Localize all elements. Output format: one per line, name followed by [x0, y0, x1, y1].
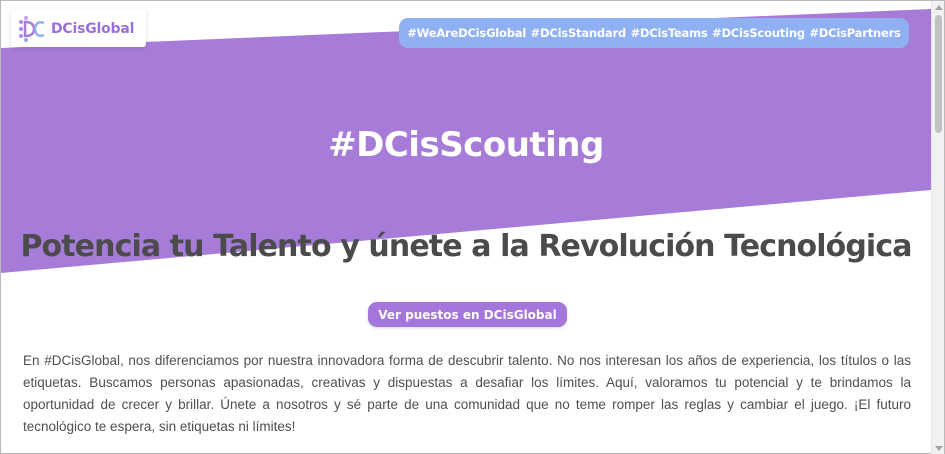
- nav-item-teams[interactable]: #DCisTeams: [630, 26, 707, 40]
- page-headline: Potencia tu Talento y únete a la Revoluc…: [20, 229, 912, 264]
- intro-paragraph: En #DCisGlobal, nos diferenciamos por nu…: [23, 353, 911, 434]
- nav-item-weare[interactable]: #WeAreDCisGlobal: [407, 26, 526, 40]
- hero-title: #DCisScouting: [328, 125, 604, 165]
- dc-monogram-icon: [19, 15, 45, 42]
- nav-item-standard[interactable]: #DCisStandard: [531, 26, 627, 40]
- nav-item-scouting[interactable]: #DCisScouting: [712, 26, 805, 40]
- vertical-scrollbar[interactable]: [931, 1, 944, 454]
- brand-name: DCisGlobal: [51, 20, 135, 37]
- main-nav: #WeAreDCisGlobal #DCisStandard #DCisTeam…: [399, 18, 909, 48]
- view-jobs-button[interactable]: Ver puestos en DCisGlobal: [368, 302, 567, 327]
- brand-logo[interactable]: DCisGlobal: [11, 10, 146, 47]
- nav-item-partners[interactable]: #DCisPartners: [809, 26, 901, 40]
- scroll-up-arrow-icon[interactable]: [935, 5, 943, 10]
- scrollbar-thumb[interactable]: [935, 15, 942, 133]
- scroll-down-arrow-icon[interactable]: [935, 446, 943, 451]
